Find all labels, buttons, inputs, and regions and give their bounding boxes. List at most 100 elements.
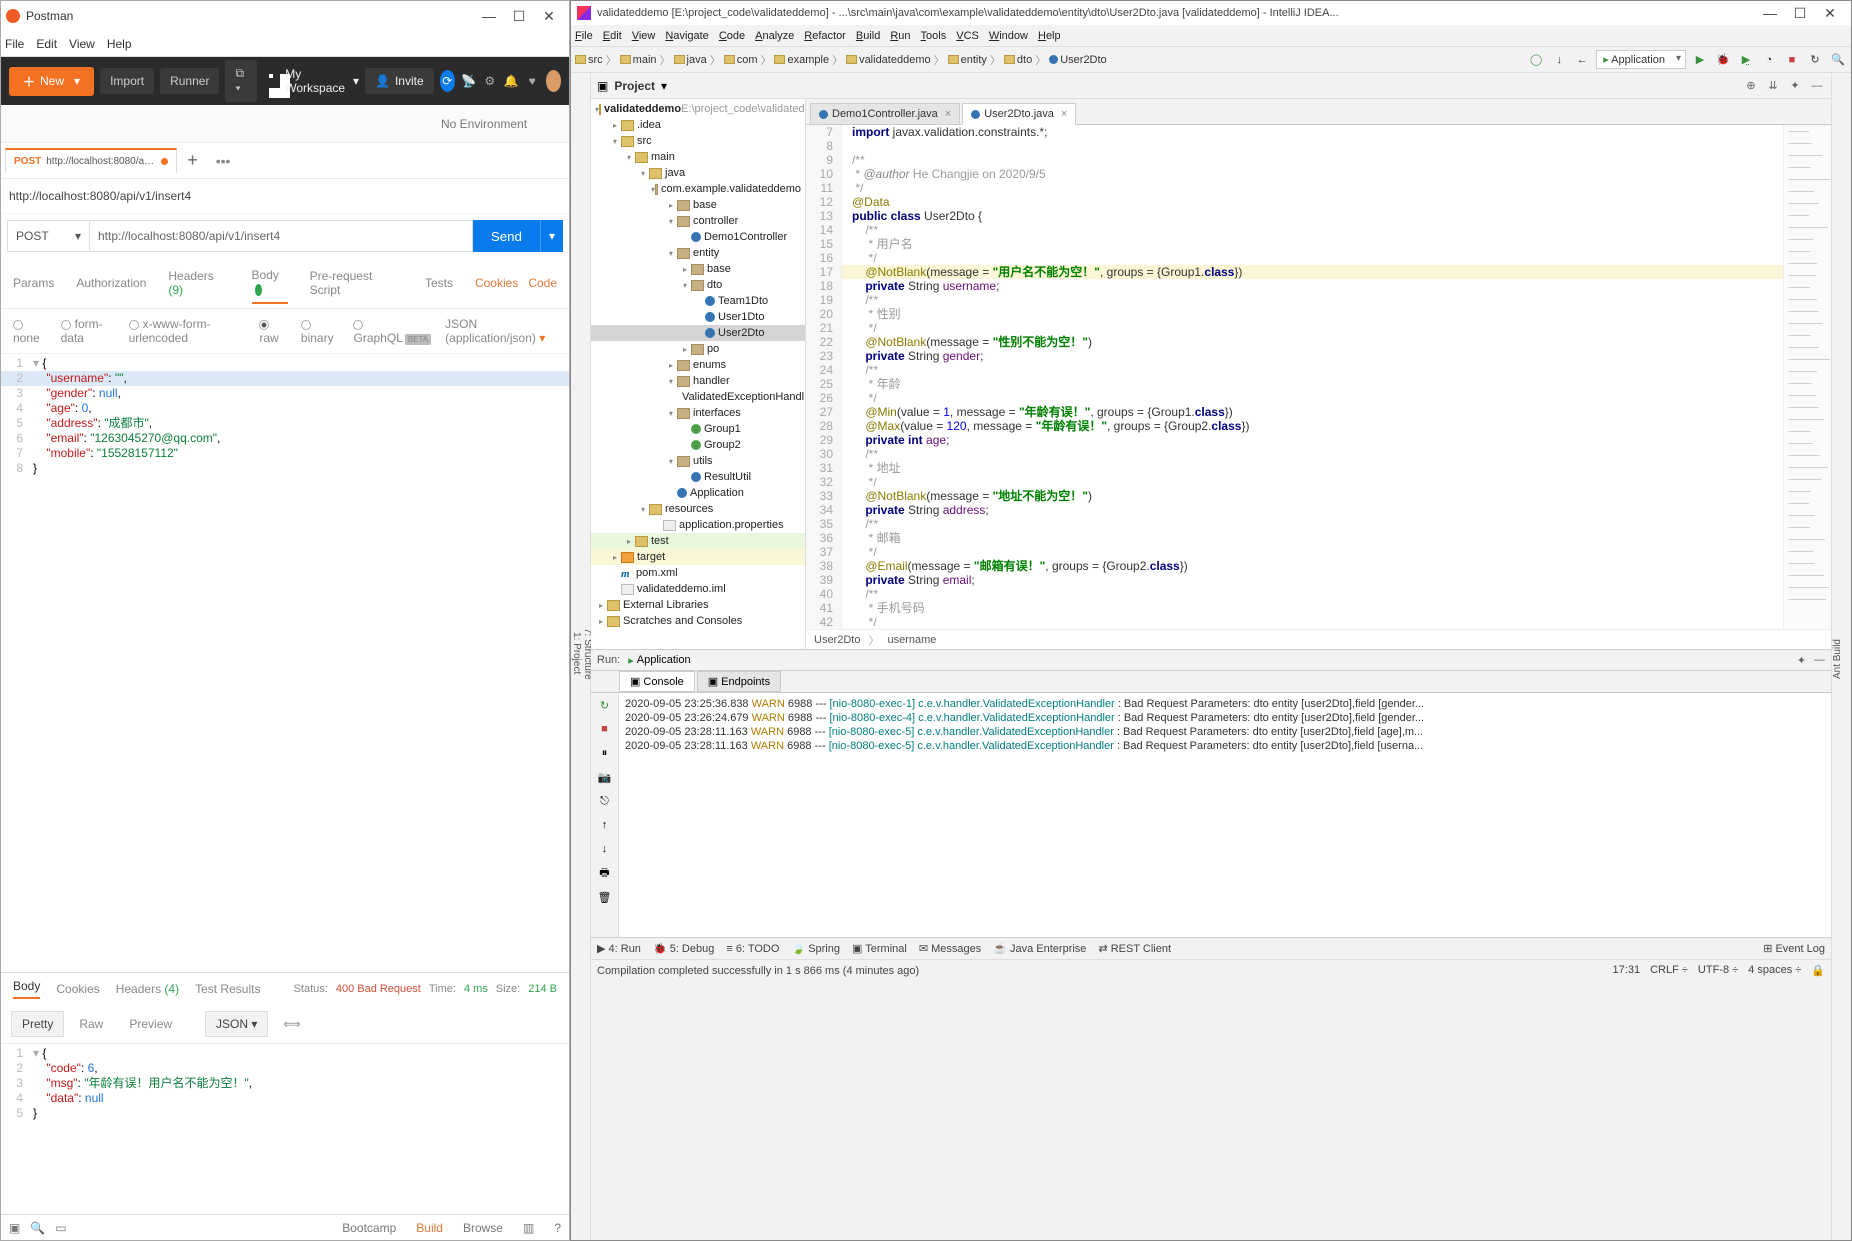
view-format[interactable]: JSON ▾ <box>205 1011 268 1037</box>
tree-node[interactable]: validateddemo.iml <box>591 581 805 597</box>
minimap[interactable] <box>1783 125 1831 629</box>
run-button[interactable]: ▶ <box>1691 51 1709 69</box>
tree-node[interactable]: ResultUtil <box>591 469 805 485</box>
breadcrumb-item[interactable]: entity <box>948 54 987 66</box>
view-raw[interactable]: Raw <box>68 1011 114 1037</box>
browse-link[interactable]: Browse <box>463 1221 503 1235</box>
tree-node[interactable]: controller <box>591 213 805 229</box>
radio-binary[interactable]: binary <box>301 317 340 345</box>
project-tree[interactable]: validateddemo E:\project_code\validatedd… <box>591 99 806 649</box>
sidebar-toggle-icon[interactable]: ▣ <box>9 1221 20 1235</box>
tree-node[interactable]: main <box>591 149 805 165</box>
tree-node[interactable]: .idea <box>591 117 805 133</box>
gear-icon[interactable]: ✦ <box>1787 78 1803 94</box>
tree-node[interactable]: target <box>591 549 805 565</box>
send-dropdown[interactable]: ▾ <box>540 220 563 252</box>
runner-button[interactable]: Runner <box>160 68 219 94</box>
invite-button[interactable]: 👤Invite <box>365 68 434 94</box>
radio-graphql[interactable]: GraphQLBETA <box>353 317 431 345</box>
bell-icon[interactable]: 🔔 <box>503 74 518 88</box>
clear-button[interactable]: 🗑 <box>597 889 613 905</box>
tree-node[interactable]: java <box>591 165 805 181</box>
console-icon[interactable]: ▭ <box>55 1221 66 1235</box>
code-crumb[interactable]: username <box>887 634 936 646</box>
menu-item[interactable]: Run <box>890 30 910 42</box>
toolwindow-tab[interactable]: Ant Build <box>1832 639 1843 679</box>
menu-item[interactable]: Help <box>1038 30 1061 42</box>
tree-node[interactable]: Scratches and Consoles <box>591 613 805 629</box>
tree-node[interactable]: Application <box>591 485 805 501</box>
capture-icon[interactable]: 📡 <box>461 74 476 88</box>
back-icon[interactable]: ← <box>1573 51 1591 69</box>
left-toolwindow-bar[interactable]: 1: Project7: Structure2: FavoritesWeb <box>571 73 591 1240</box>
content-type-selector[interactable]: JSON (application/json) ▾ <box>445 317 557 345</box>
breadcrumb-item[interactable]: src <box>575 54 603 66</box>
view-pretty[interactable]: Pretty <box>11 1011 64 1037</box>
resp-tab-tests[interactable]: Test Results <box>195 982 260 996</box>
bootcamp-link[interactable]: Bootcamp <box>342 1221 396 1235</box>
dump-button[interactable]: 📷 <box>597 769 613 785</box>
tree-node[interactable]: entity <box>591 245 805 261</box>
import-button[interactable]: Import <box>100 68 154 94</box>
run-config-selector[interactable]: ▸ Application <box>1596 50 1686 69</box>
resp-tab-cookies[interactable]: Cookies <box>56 982 99 996</box>
resp-tab-headers[interactable]: Headers (4) <box>116 982 179 996</box>
gear-icon[interactable]: ✦ <box>1797 654 1806 667</box>
tab-authorization[interactable]: Authorization <box>76 270 146 296</box>
menu-item[interactable]: Window <box>989 30 1028 42</box>
tree-node[interactable]: mpom.xml <box>591 565 805 581</box>
search-button[interactable]: 🔍 <box>1829 51 1847 69</box>
menu-item[interactable]: View <box>632 30 656 42</box>
toolwindow-button[interactable]: ☕ Java Enterprise <box>993 942 1086 955</box>
workspace-selector[interactable]: My Workspace▾ <box>269 67 359 95</box>
panes-icon[interactable]: ▥ <box>523 1221 534 1235</box>
url-input[interactable]: http://localhost:8080/api/v1/insert4 <box>89 220 473 252</box>
rerun-button[interactable]: ↻ <box>597 697 613 713</box>
tree-node[interactable]: ValidatedExceptionHandl... <box>591 389 805 405</box>
radio-formdata[interactable]: form-data <box>61 317 115 345</box>
tab-headers[interactable]: Headers (9) <box>168 263 229 303</box>
tree-node[interactable]: src <box>591 133 805 149</box>
breadcrumb-item[interactable]: com <box>724 54 758 66</box>
menu-item[interactable]: Navigate <box>665 30 708 42</box>
tree-node[interactable]: External Libraries <box>591 597 805 613</box>
sync-button[interactable]: ⟳ <box>440 70 455 92</box>
status-item[interactable]: UTF-8 ÷ <box>1698 964 1738 977</box>
environment-selector[interactable]: No Environment <box>431 117 569 131</box>
toolwindow-button[interactable]: ✉ Messages <box>919 942 981 955</box>
menu-item[interactable]: File <box>5 37 24 51</box>
stop-button[interactable]: ■ <box>1783 51 1801 69</box>
tree-node[interactable]: handler <box>591 373 805 389</box>
menu-item[interactable]: Analyze <box>755 30 794 42</box>
toolwindow-button[interactable]: ≡ 6: TODO <box>726 943 779 955</box>
tree-node[interactable]: User2Dto <box>591 325 805 341</box>
breadcrumb-item[interactable]: java <box>674 54 707 66</box>
radio-none[interactable]: none <box>13 317 47 345</box>
add-tab-button[interactable]: + <box>177 150 208 171</box>
menu-item[interactable]: Build <box>856 30 880 42</box>
maximize-button[interactable]: ☐ <box>1785 5 1815 22</box>
tree-node[interactable]: Team1Dto <box>591 293 805 309</box>
toolwindow-tab[interactable]: 1: Project <box>571 79 582 1228</box>
tab-prerequest[interactable]: Pre-request Script <box>310 263 403 303</box>
breadcrumb-item[interactable]: validateddemo <box>846 54 931 66</box>
down-button[interactable]: ↓ <box>597 841 613 857</box>
tree-node[interactable]: dto <box>591 277 805 293</box>
find-icon[interactable]: 🔍 <box>30 1221 45 1235</box>
tab-tests[interactable]: Tests <box>425 270 453 296</box>
close-button[interactable]: ✕ <box>534 8 564 25</box>
send-button[interactable]: Send <box>473 220 540 252</box>
chevron-down-icon[interactable]: ▾ <box>661 79 667 93</box>
view-preview[interactable]: Preview <box>118 1011 183 1037</box>
toolwindow-button[interactable]: 🍃 Spring <box>791 942 840 955</box>
tree-node[interactable]: base <box>591 197 805 213</box>
console-tab[interactable]: ▣Endpoints <box>697 671 781 692</box>
menu-item[interactable]: File <box>575 30 593 42</box>
menu-item[interactable]: Tools <box>921 30 947 42</box>
menu-item[interactable]: Code <box>719 30 745 42</box>
console-output[interactable]: 2020-09-05 23:25:36.838 WARN 6988 --- [n… <box>619 693 1831 937</box>
toolwindow-button[interactable]: ▣ Terminal <box>852 942 907 955</box>
stop-button[interactable]: ■ <box>597 721 613 737</box>
exit-button[interactable]: ⎋ <box>597 793 613 809</box>
print-button[interactable]: 🖶 <box>597 865 613 881</box>
